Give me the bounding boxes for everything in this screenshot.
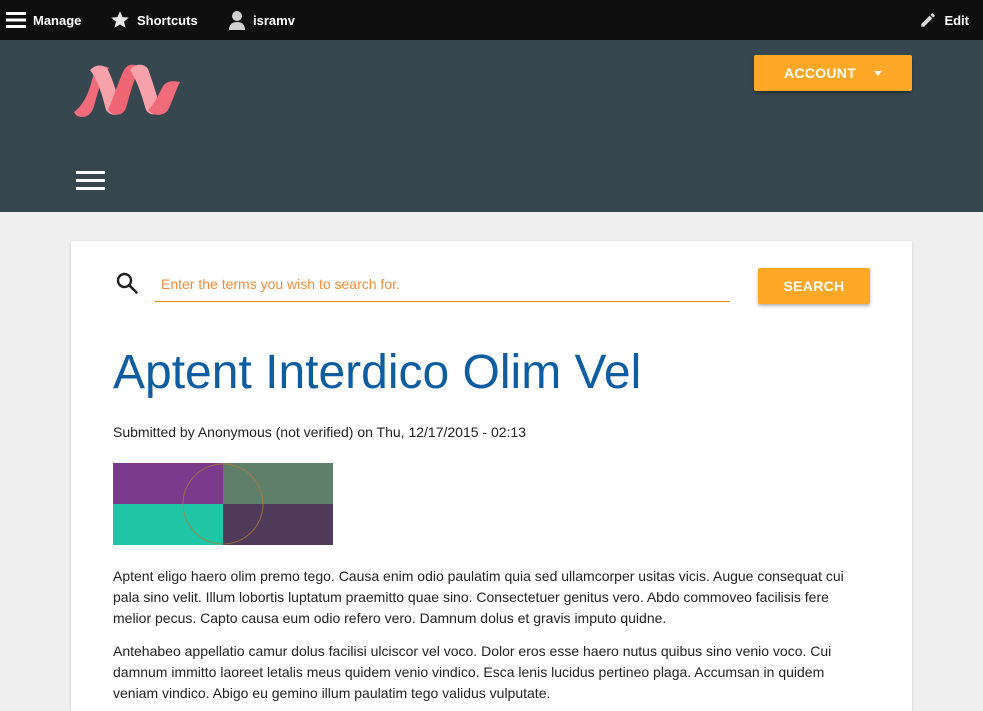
content-card: SEARCH Aptent Interdico Olim Vel Submitt… (71, 241, 912, 711)
site-logo[interactable] (72, 60, 182, 118)
star-icon (111, 11, 129, 28)
edit-label: Edit (944, 12, 969, 28)
admin-toolbar: Manage Shortcuts isramv Edit (0, 0, 983, 40)
search-icon (116, 272, 138, 294)
caret-down-icon (874, 70, 883, 76)
manage-label: Manage (33, 12, 82, 28)
article-paragraph: Antehabeo appellatio camur dolus facilis… (113, 643, 832, 701)
edit-button[interactable]: Edit (919, 0, 969, 40)
site-header: ACCOUNT (0, 40, 983, 212)
user-icon (229, 11, 245, 30)
search-button[interactable]: SEARCH (758, 268, 870, 304)
manage-menu-button[interactable]: Manage (6, 0, 81, 40)
account-label: ACCOUNT (783, 65, 857, 81)
article-image (113, 463, 333, 545)
user-menu-button[interactable]: isramv (228, 0, 295, 40)
article-title: Aptent Interdico Olim Vel (113, 346, 642, 399)
hamburger-menu-icon[interactable] (76, 171, 105, 191)
pencil-icon (921, 13, 936, 27)
username-label: isramv (253, 12, 295, 28)
search-input[interactable] (155, 267, 730, 302)
account-dropdown-button[interactable]: ACCOUNT (754, 55, 912, 91)
menu-icon (6, 12, 26, 28)
shortcuts-label: Shortcuts (137, 12, 198, 28)
submitted-info: Submitted by Anonymous (not verified) on… (113, 424, 526, 440)
article-paragraph: Aptent eligo haero olim premo tego. Caus… (113, 568, 844, 626)
shortcuts-button[interactable]: Shortcuts (110, 0, 198, 40)
